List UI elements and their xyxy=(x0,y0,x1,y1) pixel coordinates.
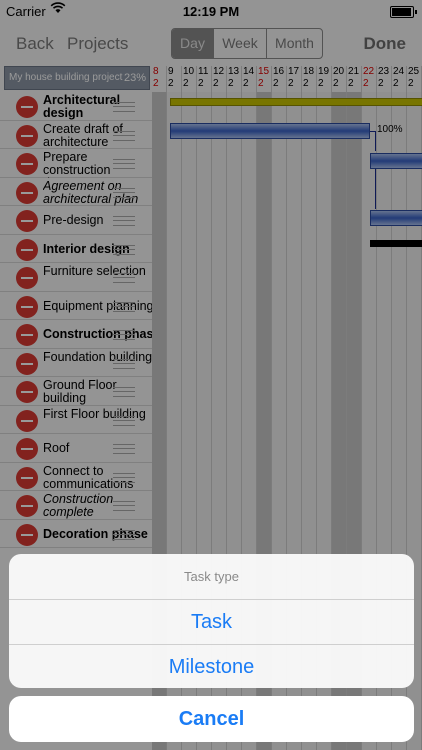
action-sheet-title: Task type xyxy=(9,554,414,600)
task-type-action-sheet: Task type Task Milestone xyxy=(9,554,414,688)
task-option-button[interactable]: Task xyxy=(9,600,414,645)
cancel-button[interactable]: Cancel xyxy=(9,696,414,742)
milestone-option-button[interactable]: Milestone xyxy=(9,645,414,688)
